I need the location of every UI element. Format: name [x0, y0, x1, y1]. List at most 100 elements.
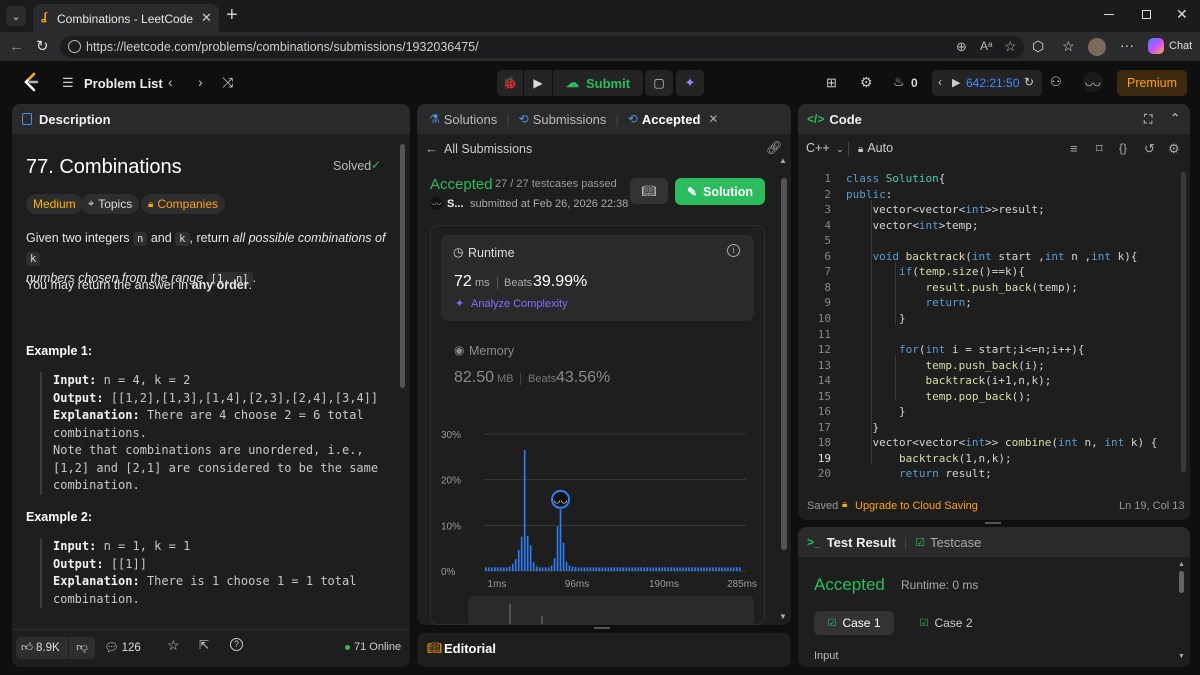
case-1-tab[interactable]: ☑ Case 1: [814, 611, 894, 635]
settings-gear-icon[interactable]: ⚙: [860, 74, 873, 91]
code-line[interactable]: 1 class Solution{: [798, 172, 1178, 188]
help-icon[interactable]: ?: [230, 638, 243, 651]
collapse-icon[interactable]: ⌃: [1170, 111, 1180, 125]
code-line[interactable]: 9 return;: [798, 296, 1178, 312]
runtime-card[interactable]: ◷ Runtime i 72 ms Beats 39.99% ✦ Analyze…: [441, 235, 754, 321]
scroll-up-icon[interactable]: ▲: [779, 156, 787, 165]
code-line[interactable]: 3 vector<vector<int>>result;: [798, 203, 1178, 219]
shuffle-icon[interactable]: ⤨: [222, 74, 233, 91]
code-line[interactable]: 16 }: [798, 405, 1178, 421]
zoom-icon[interactable]: ⊕: [956, 39, 967, 55]
editorial-panel[interactable]: 📖︎ Editorial: [417, 633, 791, 667]
overview-chart[interactable]: [468, 596, 754, 625]
tab-description[interactable]: Description: [39, 112, 111, 127]
extensions-icon[interactable]: ⬡: [1032, 38, 1044, 55]
settings-icon[interactable]: ⚙: [1168, 141, 1180, 157]
favorite-star-icon[interactable]: ☆: [1004, 38, 1017, 55]
close-window-button[interactable]: ✕: [1176, 6, 1188, 23]
close-tab-icon[interactable]: ✕: [201, 10, 212, 26]
code-line[interactable]: 12 for(int i = start;i<=n;i++){: [798, 343, 1178, 359]
code-line[interactable]: 14 backtrack(i+1,n,k);: [798, 374, 1178, 390]
favorite-star-icon[interactable]: ☆: [167, 637, 180, 654]
upgrade-cloud-link[interactable]: Upgrade to Cloud Saving: [855, 500, 978, 512]
book-button[interactable]: 📖︎: [630, 178, 668, 204]
scroll-down-icon[interactable]: ▼: [779, 612, 787, 621]
code-line[interactable]: 4 vector<int>temp;: [798, 219, 1178, 235]
notes-button[interactable]: ▢: [645, 70, 673, 96]
timer-widget[interactable]: ‹ ▶ 642:21:50 ↻: [932, 70, 1042, 96]
site-info-icon[interactable]: [68, 40, 81, 53]
timer-collapse-icon[interactable]: ‹: [938, 75, 942, 89]
bookmark-icon[interactable]: ⌑: [1096, 141, 1103, 157]
streak-fire-icon[interactable]: ♨: [893, 74, 905, 90]
copilot-chat-label[interactable]: Chat: [1169, 40, 1192, 52]
description-scrollbar[interactable]: [400, 144, 405, 388]
ai-assist-button[interactable]: ✦: [676, 70, 704, 96]
panel-resize-handle[interactable]: [985, 522, 1001, 524]
auto-mode-toggle[interactable]: 🔒︎ Auto: [858, 141, 893, 155]
submission-scrollbar[interactable]: [781, 178, 787, 550]
language-select[interactable]: C++ ⌄: [806, 141, 844, 155]
tab-accepted[interactable]: Accepted: [642, 112, 701, 127]
reset-icon[interactable]: ↺: [1144, 141, 1155, 157]
runtime-distribution-chart[interactable]: 30% 20% 10% 0% ◡◡ 1ms 96ms 190ms 285ms: [441, 424, 761, 590]
read-aloud-icon[interactable]: Aᵃ: [980, 39, 992, 53]
tab-code[interactable]: Code: [829, 112, 862, 127]
tab-solutions[interactable]: Solutions: [444, 112, 497, 127]
close-tab-icon[interactable]: ✕: [708, 112, 718, 126]
code-line[interactable]: 2 public:: [798, 188, 1178, 204]
code-line[interactable]: 5: [798, 234, 1178, 250]
problem-list-icon[interactable]: ☰: [62, 75, 74, 91]
code-line[interactable]: 13 temp.push_back(i);: [798, 359, 1178, 375]
braces-icon[interactable]: {}: [1119, 141, 1127, 155]
add-friend-icon[interactable]: ⚇: [1050, 74, 1062, 90]
timer-reset-icon[interactable]: ↻: [1024, 75, 1034, 89]
case-2-tab[interactable]: ☑ Case 2: [906, 611, 986, 635]
tab-list-button[interactable]: ⌄: [6, 6, 26, 26]
code-editor[interactable]: 1 class Solution{2 public: 3 vector<vector<…: [798, 169, 1180, 485]
minimize-button[interactable]: [1104, 14, 1114, 15]
back-arrow-icon[interactable]: ←: [9, 38, 24, 55]
expand-icon[interactable]: ⛶: [1144, 112, 1152, 127]
run-button[interactable]: ▶: [524, 70, 552, 96]
back-arrow-icon[interactable]: ←: [425, 141, 438, 156]
panel-resize-handle[interactable]: [594, 627, 610, 629]
code-line[interactable]: 20 return result;: [798, 467, 1178, 483]
companies-tag[interactable]: 🔒︎ Companies: [141, 194, 226, 214]
solution-button[interactable]: ✎ Solution: [675, 178, 765, 205]
format-icon[interactable]: ≡: [1070, 141, 1078, 156]
share-icon[interactable]: ⇱: [199, 638, 209, 652]
test-scrollbar[interactable]: [1179, 571, 1184, 593]
submitter-name[interactable]: S...: [447, 198, 464, 210]
timer-play-icon[interactable]: ▶: [952, 76, 960, 89]
code-line[interactable]: 17 }: [798, 421, 1178, 437]
like-button[interactable]: 👍︎ 8.9K: [16, 637, 68, 659]
tab-testcase[interactable]: Testcase: [930, 535, 981, 550]
profile-avatar[interactable]: [1088, 38, 1106, 56]
tab-test-result[interactable]: Test Result: [827, 535, 896, 550]
next-problem-icon[interactable]: ›: [198, 74, 203, 90]
comments-button[interactable]: 💬︎ 126: [104, 640, 141, 654]
tab-submissions[interactable]: Submissions: [533, 112, 607, 127]
new-tab-button[interactable]: +: [226, 5, 238, 25]
submit-button[interactable]: ☁ Submit: [553, 70, 643, 96]
maximize-button[interactable]: [1142, 10, 1151, 19]
code-line[interactable]: 11: [798, 328, 1178, 344]
code-line[interactable]: 8 result.push_back(temp);: [798, 281, 1178, 297]
browser-tab[interactable]: ʆ Combinations - LeetCode ✕: [33, 4, 219, 32]
leetcode-logo[interactable]: [20, 71, 42, 93]
problem-list-link[interactable]: Problem List: [84, 76, 163, 91]
analyze-complexity-link[interactable]: Analyze Complexity: [471, 298, 568, 310]
copy-link-icon[interactable]: 🔗︎: [766, 140, 783, 156]
code-scrollbar[interactable]: [1181, 172, 1186, 472]
info-icon[interactable]: i: [727, 244, 740, 257]
overview-handle[interactable]: [509, 604, 511, 624]
code-line[interactable]: 15 temp.pop_back();: [798, 390, 1178, 406]
prev-problem-icon[interactable]: ‹: [168, 74, 173, 90]
code-line[interactable]: 6 void backtrack(int start ,int n ,int k…: [798, 250, 1178, 266]
debug-button[interactable]: 🐞: [497, 70, 523, 96]
copilot-icon[interactable]: [1148, 38, 1164, 54]
code-line[interactable]: 7 if(temp.size()==k){: [798, 265, 1178, 281]
code-line[interactable]: 19 backtrack(1,n,k);: [798, 452, 1178, 468]
topics-tag[interactable]: ⌖ Topics: [81, 194, 140, 214]
